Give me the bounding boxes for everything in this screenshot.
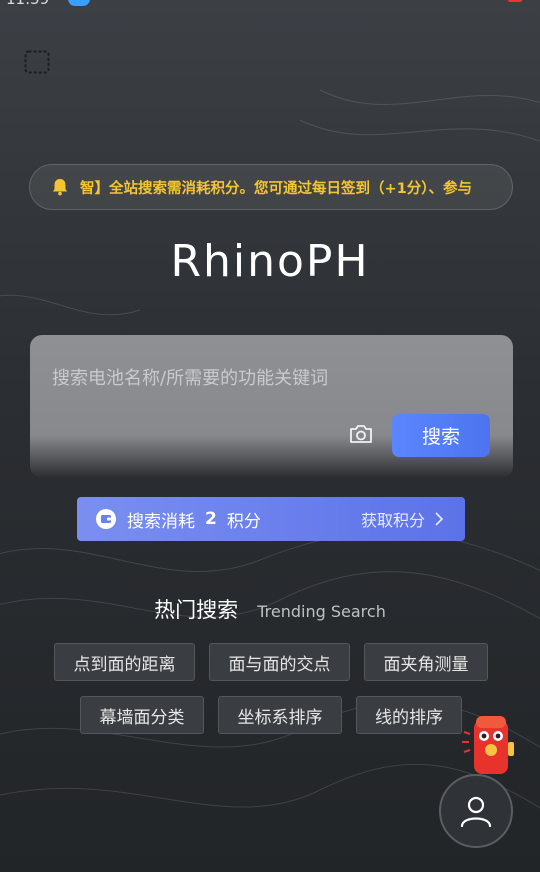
status-bar: 11:59 bbox=[0, 0, 540, 10]
points-unit: 积分 bbox=[226, 511, 261, 532]
chevron-right-icon[interactable] bbox=[435, 512, 443, 526]
red-envelope-mascot-icon[interactable] bbox=[460, 712, 516, 782]
hot-search-subtitle: Trending Search bbox=[257, 602, 386, 621]
scan-icon[interactable] bbox=[24, 50, 50, 74]
notification-dot-icon bbox=[68, 0, 90, 6]
hot-tag[interactable]: 线的排序 bbox=[356, 696, 462, 734]
bell-icon bbox=[53, 179, 67, 196]
hot-tag[interactable]: 坐标系排序 bbox=[218, 696, 342, 734]
notice-text: 智】全站搜索需消耗积分。您可通过每日签到（+1分）、参与 bbox=[80, 180, 472, 197]
hot-search-title: 热门搜索 bbox=[154, 598, 239, 622]
notice-banner[interactable]: 智】全站搜索需消耗积分。您可通过每日签到（+1分）、参与 bbox=[29, 164, 513, 210]
user-icon bbox=[460, 796, 492, 828]
points-value: 2 bbox=[205, 509, 217, 529]
search-card: 搜索 bbox=[30, 335, 513, 478]
app-badge-icon bbox=[508, 0, 522, 2]
camera-icon[interactable] bbox=[348, 423, 374, 445]
hot-search-header: 热门搜索 Trending Search bbox=[0, 594, 540, 624]
search-button[interactable]: 搜索 bbox=[392, 414, 490, 457]
user-fab[interactable] bbox=[439, 774, 513, 848]
points-bar[interactable]: 搜索消耗 2 积分 获取积分 bbox=[77, 497, 465, 541]
hot-tag[interactable]: 面夹角测量 bbox=[364, 643, 488, 681]
hot-tag[interactable]: 幕墙面分类 bbox=[80, 696, 204, 734]
hot-tag[interactable]: 面与面的交点 bbox=[209, 643, 350, 681]
wallet-icon bbox=[96, 509, 116, 529]
hot-tag[interactable]: 点到面的距离 bbox=[54, 643, 195, 681]
get-points-link[interactable]: 获取积分 bbox=[361, 507, 425, 531]
points-label: 搜索消耗 bbox=[127, 511, 195, 532]
search-input[interactable] bbox=[52, 363, 472, 393]
status-time: 11:59 bbox=[6, 0, 49, 8]
brand-title: RhinoPH bbox=[170, 236, 370, 287]
